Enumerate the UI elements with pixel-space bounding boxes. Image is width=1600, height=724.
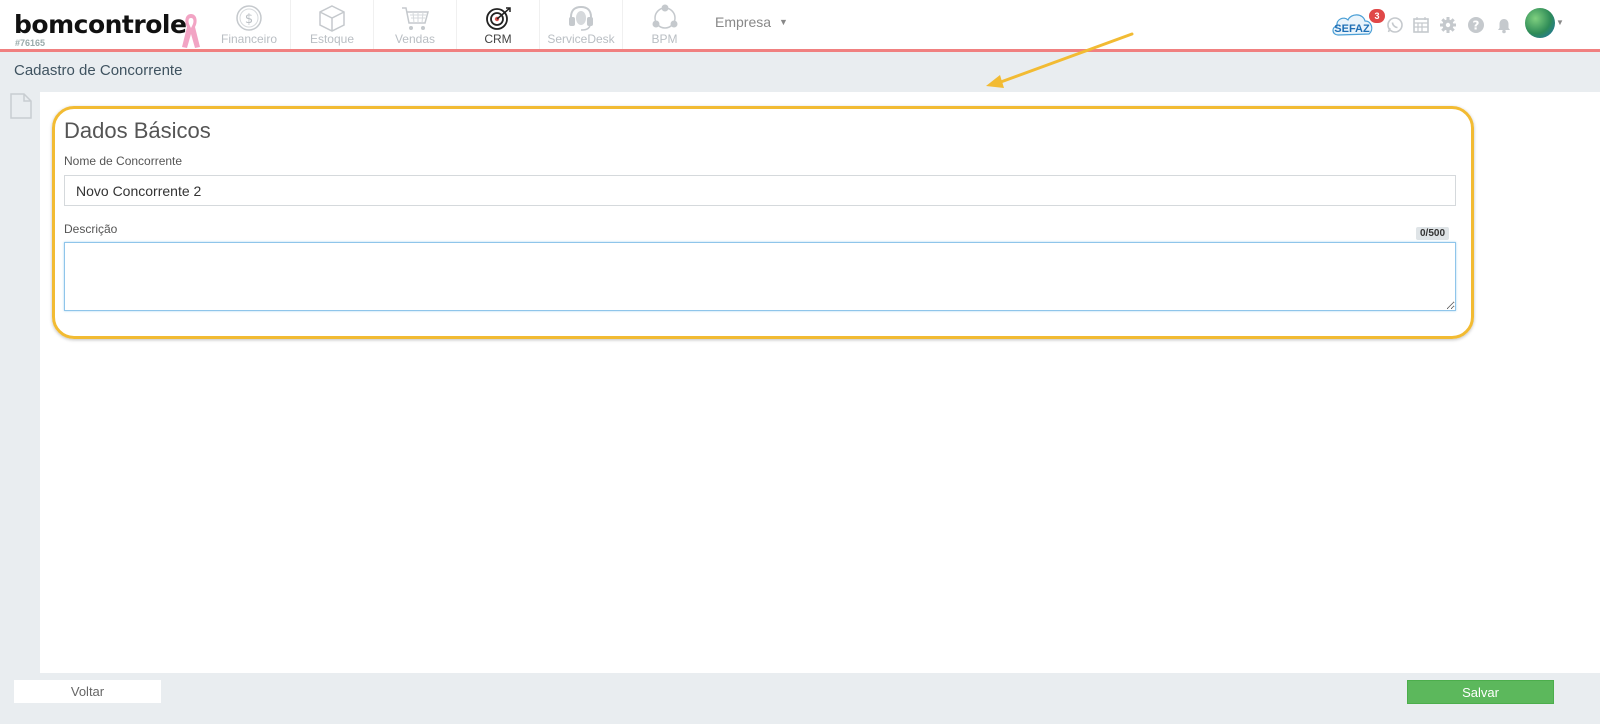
description-field-label: Descrição bbox=[64, 222, 118, 236]
module-estoque[interactable]: Estoque bbox=[291, 0, 374, 49]
whatsapp-icon[interactable] bbox=[1386, 16, 1404, 39]
pink-ribbon-icon bbox=[180, 12, 202, 55]
avatar[interactable] bbox=[1525, 8, 1555, 38]
module-crm[interactable]: CRM bbox=[457, 0, 540, 49]
module-label: BPM bbox=[651, 32, 678, 46]
svg-text:$: $ bbox=[245, 12, 253, 27]
back-button[interactable]: Voltar bbox=[14, 680, 161, 703]
sefaz-label: SEFAZ bbox=[1334, 23, 1370, 35]
account-code: #76165 bbox=[15, 38, 46, 48]
character-counter: 0/500 bbox=[1416, 227, 1450, 240]
section-title: Dados Básicos bbox=[64, 118, 211, 143]
module-servicedesk[interactable]: ServiceDesk bbox=[540, 0, 623, 49]
gear-icon[interactable] bbox=[1439, 16, 1457, 39]
caret-down-icon: ▼ bbox=[779, 17, 788, 27]
bell-icon[interactable] bbox=[1495, 16, 1513, 39]
module-menu: $ Financeiro Estoque Vendas CRM ServiceD… bbox=[208, 0, 706, 49]
description-textarea[interactable] bbox=[64, 242, 1456, 311]
company-selector-label: Empresa bbox=[715, 14, 772, 30]
document-icon[interactable] bbox=[10, 93, 32, 124]
module-label: CRM bbox=[484, 32, 512, 46]
calendar-icon[interactable] bbox=[1412, 16, 1430, 39]
module-label: Financeiro bbox=[220, 32, 278, 46]
module-label: ServiceDesk bbox=[547, 32, 615, 46]
competitor-name-input[interactable] bbox=[64, 175, 1456, 206]
annotation-arrow bbox=[986, 32, 1134, 88]
page-title: Cadastro de Concorrente bbox=[14, 62, 183, 79]
svg-text:?: ? bbox=[1473, 19, 1480, 33]
module-financeiro[interactable]: $ Financeiro bbox=[208, 0, 291, 49]
notification-badge: 3 bbox=[1369, 9, 1385, 23]
save-button[interactable]: Salvar bbox=[1407, 680, 1554, 704]
company-selector[interactable]: Empresa ▼ bbox=[715, 14, 788, 30]
name-field-label: Nome de Concorrente bbox=[64, 154, 183, 168]
brand-logo[interactable]: bomcontrole #76165 bbox=[14, 10, 187, 48]
caret-down-icon[interactable]: ▼ bbox=[1556, 18, 1564, 27]
module-bpm[interactable]: BPM bbox=[623, 0, 706, 49]
module-vendas[interactable]: Vendas bbox=[374, 0, 457, 49]
brand-name: bomcontrole bbox=[14, 10, 187, 39]
module-label: Vendas bbox=[394, 32, 436, 46]
top-navigation-bar: bomcontrole #76165 $ Financeiro Estoque … bbox=[0, 0, 1600, 52]
module-label: Estoque bbox=[309, 32, 355, 46]
help-icon[interactable]: ? bbox=[1467, 16, 1485, 39]
